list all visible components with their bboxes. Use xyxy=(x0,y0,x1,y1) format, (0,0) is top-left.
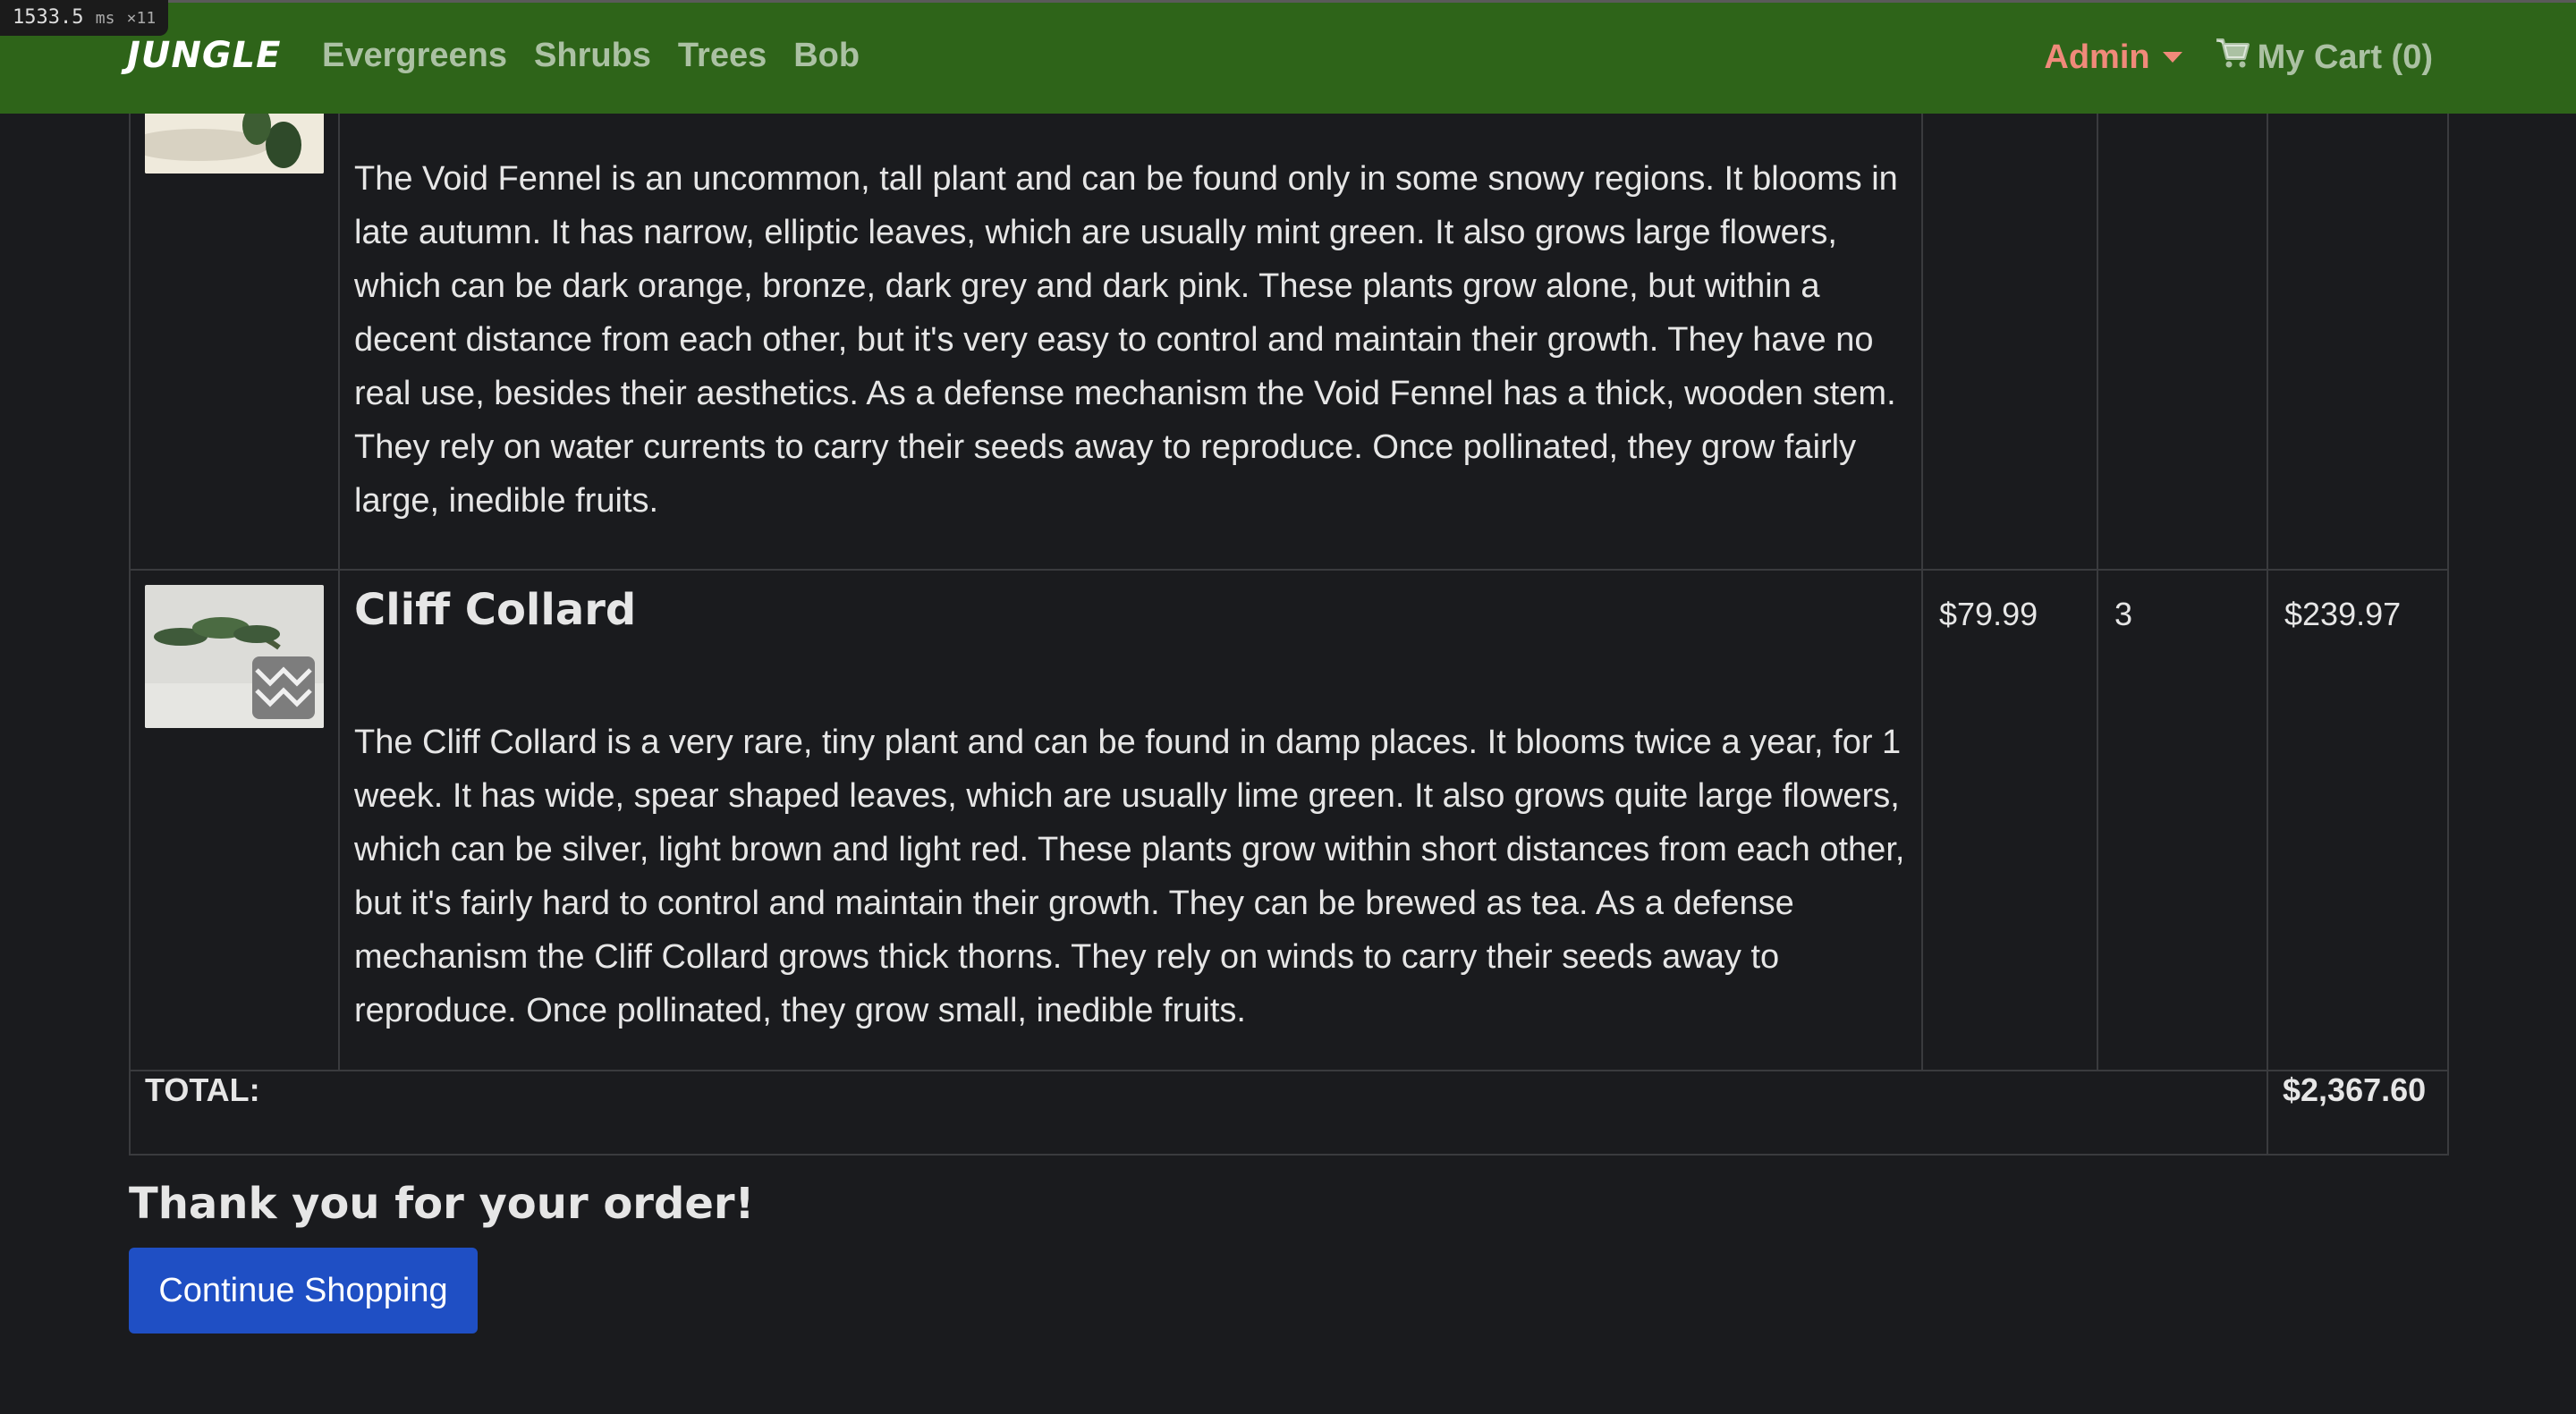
perf-unit: ms xyxy=(95,9,115,28)
subtotal-cell: $239.97 xyxy=(2267,569,2449,1071)
order-table-wrap: The Void Fennel is an uncommon, tall pla… xyxy=(129,0,2449,1156)
nav-right: Admin My Cart (0) xyxy=(2044,37,2433,78)
continue-shopping-button[interactable]: Continue Shopping xyxy=(129,1248,478,1334)
product-description-cell: Cliff Collard The Cliff Collard is a ver… xyxy=(338,569,1923,1071)
navbar: JUNGLE Evergreens Shrubs Trees Bob Admin… xyxy=(0,0,2576,114)
product-description: The Void Fennel is an uncommon, tall pla… xyxy=(354,160,1898,520)
shopping-cart-icon xyxy=(2215,37,2250,78)
quantity-cell: 3 xyxy=(2097,569,2268,1071)
admin-dropdown[interactable]: Admin xyxy=(2044,38,2182,77)
nav-links: Evergreens Shrubs Trees Bob xyxy=(322,37,860,75)
cart-label: My Cart (0) xyxy=(2257,38,2433,76)
product-name: Cliff Collard xyxy=(354,585,637,635)
perf-value: 1533.5 xyxy=(13,6,84,29)
product-image-cliff-collard xyxy=(145,585,324,728)
total-row: TOTAL: $2,367.60 xyxy=(129,1070,2449,1156)
caret-down-icon xyxy=(2162,52,2182,63)
thank-you-heading: Thank you for your order! xyxy=(129,1179,755,1229)
product-image-cell xyxy=(129,569,340,1071)
table-row: Cliff Collard The Cliff Collard is a ver… xyxy=(129,569,2449,1071)
cart-link[interactable]: My Cart (0) xyxy=(2215,37,2433,78)
admin-label: Admin xyxy=(2044,38,2150,76)
nav-link-shrubs[interactable]: Shrubs xyxy=(534,37,651,75)
nav-link-evergreens[interactable]: Evergreens xyxy=(322,37,507,75)
product-description: The Cliff Collard is a very rare, tiny p… xyxy=(354,724,1905,1029)
total-label: TOTAL: xyxy=(129,1070,2268,1156)
perf-count: ×11 xyxy=(126,9,157,28)
price-cell: $79.99 xyxy=(1921,569,2098,1071)
order-table: The Void Fennel is an uncommon, tall pla… xyxy=(129,0,2449,1156)
nav-link-trees[interactable]: Trees xyxy=(678,37,767,75)
total-value: $2,367.60 xyxy=(2267,1070,2449,1156)
nav-link-bob[interactable]: Bob xyxy=(793,37,860,75)
brand-logo[interactable]: JUNGLE xyxy=(127,35,281,76)
perf-badge: 1533.5 ms ×11 xyxy=(0,0,169,36)
